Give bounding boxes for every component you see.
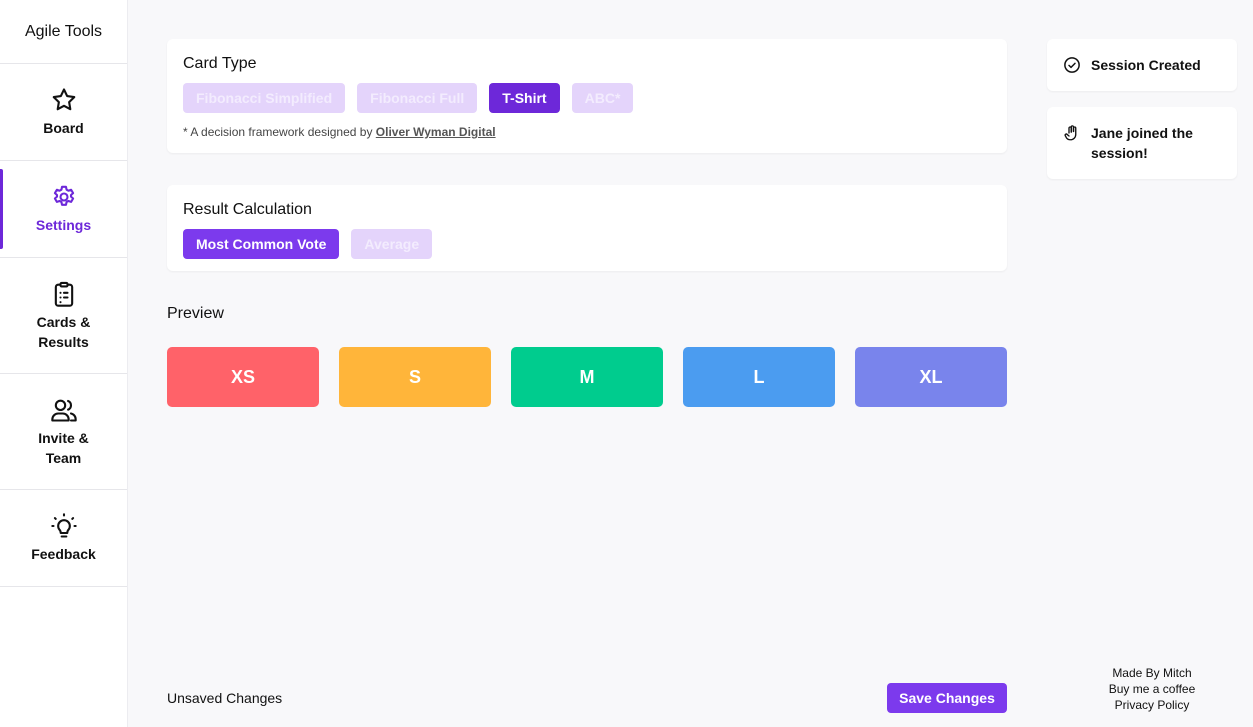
- card-type-fibonacci-simplified-button[interactable]: Fibonacci Simplified: [183, 83, 346, 113]
- preview-card-l: L: [683, 347, 835, 407]
- sidebar-item-label: Feedback: [31, 546, 96, 562]
- hand-icon: [1064, 125, 1077, 141]
- made-by-link[interactable]: Made By Mitch: [1072, 665, 1232, 681]
- notification-user-joined: Jane joined the session!: [1047, 107, 1237, 179]
- sidebar-item-feedback[interactable]: Feedback: [0, 490, 127, 587]
- card-type-panel: Card Type Fibonacci Simplified Fibonacci…: [167, 39, 1007, 153]
- sidebar-item-board[interactable]: Board: [0, 64, 127, 161]
- users-icon: [50, 399, 77, 422]
- card-type-note: * A decision framework designed by Olive…: [183, 125, 991, 139]
- result-calculation-title: Result Calculation: [183, 201, 312, 218]
- lightbulb-icon: [50, 513, 77, 538]
- notification-session-created: Session Created: [1047, 39, 1237, 91]
- card-type-title: Card Type: [183, 55, 257, 72]
- buy-me-a-coffee-link[interactable]: Buy me a coffee: [1072, 681, 1232, 697]
- oliver-wyman-link[interactable]: Oliver Wyman Digital: [376, 125, 496, 139]
- card-type-options: Fibonacci Simplified Fibonacci Full T-Sh…: [183, 83, 991, 113]
- sidebar-item-label: Board: [43, 120, 84, 136]
- preview-cards: XS S M L XL: [167, 347, 1007, 407]
- star-icon: [52, 88, 75, 111]
- card-type-note-text: * A decision framework designed by: [183, 125, 376, 139]
- card-type-abc-button[interactable]: ABC*: [571, 83, 634, 113]
- sidebar-item-label: Settings: [35, 217, 92, 233]
- preview-card-xs: XS: [167, 347, 319, 407]
- card-type-fibonacci-full-button[interactable]: Fibonacci Full: [357, 83, 478, 113]
- preview-title: Preview: [167, 305, 224, 322]
- clipboard-list-icon: [54, 281, 73, 307]
- sidebar-item-settings[interactable]: Settings: [0, 161, 127, 258]
- result-calculation-panel: Result Calculation Most Common Vote Aver…: [167, 185, 1007, 271]
- privacy-policy-link[interactable]: Privacy Policy: [1072, 697, 1232, 713]
- most-common-vote-button[interactable]: Most Common Vote: [183, 229, 340, 259]
- unsaved-changes-status: Unsaved Changes: [167, 690, 283, 706]
- sidebar-item-invite-team[interactable]: Invite & Team: [0, 374, 127, 490]
- preview-card-m: M: [511, 347, 663, 407]
- card-type-tshirt-button[interactable]: T-Shirt: [489, 83, 560, 113]
- gear-icon: [53, 185, 74, 206]
- save-changes-button[interactable]: Save Changes: [887, 683, 1007, 713]
- result-calculation-options: Most Common Vote Average: [183, 229, 991, 259]
- notification-text: Session Created: [1091, 57, 1201, 73]
- sidebar: Agile Tools Board Settings Cards & Resul…: [0, 0, 128, 727]
- check-circle-icon: [1064, 57, 1080, 73]
- sidebar-item-label: Invite & Team: [38, 429, 89, 466]
- notification-text: Jane joined the session!: [1091, 125, 1193, 161]
- average-button[interactable]: Average: [351, 229, 433, 259]
- sidebar-item-cards-results[interactable]: Cards & Results: [0, 258, 127, 374]
- preview-card-xl: XL: [855, 347, 1007, 407]
- preview-card-s: S: [339, 347, 491, 407]
- footer-links: Made By Mitch Buy me a coffee Privacy Po…: [1072, 665, 1232, 713]
- sidebar-item-label: Cards & Results: [36, 313, 91, 350]
- app-title[interactable]: Agile Tools: [0, 0, 127, 64]
